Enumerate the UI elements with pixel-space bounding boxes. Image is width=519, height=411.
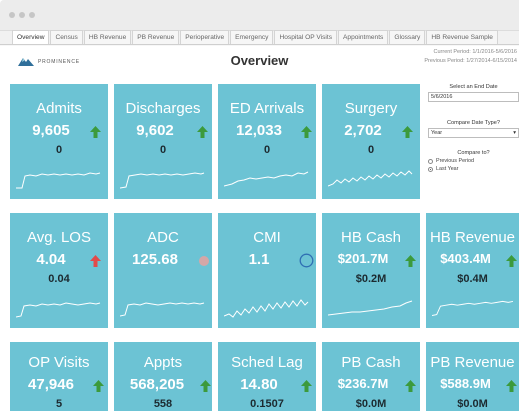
end-date-input[interactable]: 5/6/2016 [428, 92, 519, 102]
circle-icon [299, 253, 314, 268]
kpi-title: Discharges [125, 100, 201, 117]
up-arrow-icon [405, 255, 416, 267]
dashboard-tab-bar: Overview Census HB Revenue PB Revenue Pe… [0, 30, 519, 45]
kpi-title: HB Cash [340, 229, 402, 246]
kpi-sparkline [16, 172, 101, 189]
kpi-delta: $0.0M [457, 398, 488, 410]
kpi-card-cmi[interactable]: CMI 1.1 [218, 213, 316, 328]
up-arrow-icon [402, 126, 413, 138]
kpi-delta: $0.0M [355, 398, 387, 410]
kpi-sparkline [224, 171, 309, 187]
date-type-value: Year [431, 130, 443, 136]
kpi-grid: Admits 9,605 0 Discharges 9,602 0 ED Arr… [0, 76, 519, 411]
kpi-sparkline [224, 299, 309, 318]
tab-hb-revenue[interactable]: HB Revenue [83, 30, 132, 44]
kpi-sparkline [328, 300, 413, 316]
kpi-card-admits[interactable]: Admits 9,605 0 [10, 84, 108, 199]
title-bar [0, 0, 519, 31]
kpi-title: ED Arrivals [229, 100, 305, 117]
up-arrow-icon [506, 255, 517, 267]
kpi-title: OP Visits [28, 354, 90, 371]
neutral-dot-icon [199, 256, 209, 266]
tab-hb-revenue-sample[interactable]: HB Revenue Sample [426, 30, 498, 44]
kpi-title: ADC [147, 229, 179, 246]
tab-perioperative[interactable]: Perioperative [180, 30, 230, 44]
kpi-sparkline [120, 302, 205, 317]
chevron-down-icon: ▾ [513, 130, 516, 136]
kpi-title: Appts [143, 354, 183, 371]
kpi-value: 125.68 [132, 251, 178, 268]
kpi-sparkline [432, 300, 513, 316]
kpi-value: 568,205 [129, 376, 185, 393]
kpi-delta: 5 [55, 398, 63, 410]
kpi-delta: 0.04 [48, 273, 70, 285]
up-arrow-icon [93, 380, 104, 392]
kpi-title: CMI [253, 229, 281, 246]
close-window-button[interactable] [9, 12, 15, 18]
kpi-title: Avg. LOS [27, 229, 91, 246]
kpi-card-surgery[interactable]: Surgery 2,702 0 [322, 84, 420, 199]
down-arrow-icon [90, 255, 101, 267]
kpi-delta: 558 [153, 398, 173, 410]
tab-overview[interactable]: Overview [12, 30, 50, 44]
kpi-card-hb-cash[interactable]: HB Cash $201.7M $0.2M [322, 213, 420, 328]
radio-label: Last Year [436, 166, 459, 172]
kpi-sparkline [120, 172, 205, 189]
current-period-text: Current Period: 1/1/2016-5/6/2016 [433, 49, 517, 55]
radio-button-icon [428, 158, 433, 164]
up-arrow-icon [301, 126, 312, 138]
up-arrow-icon [405, 380, 416, 392]
tab-appointments[interactable]: Appointments [338, 30, 389, 44]
kpi-sparkline [328, 170, 413, 187]
kpi-delta: $0.2M [355, 273, 387, 285]
radio-last-year[interactable]: Last Year [428, 166, 519, 172]
up-arrow-icon [90, 126, 101, 138]
kpi-card-pb-revenue[interactable]: PB Revenue $588.9M $0.0M [426, 342, 519, 411]
dashboard-header: PROMINENCE Overview Current Period: 1/1/… [0, 46, 519, 76]
kpi-delta: 0 [159, 144, 167, 156]
kpi-card-appts[interactable]: Appts 568,205 558 [114, 342, 212, 411]
up-arrow-icon [197, 126, 208, 138]
date-type-label: Compare Date Type? [446, 120, 501, 126]
radio-label: Previous Period [436, 158, 475, 164]
end-date-label: Select an End Date [449, 84, 498, 90]
compare-label: Compare to? [457, 150, 490, 156]
tab-glossary[interactable]: Glossary [389, 30, 426, 44]
tab-hospital-op-visits[interactable]: Hospital OP Visits [274, 30, 338, 44]
kpi-card-ed-arrivals[interactable]: ED Arrivals 12,033 0 [218, 84, 316, 199]
kpi-title: Admits [36, 100, 82, 117]
kpi-card-discharges[interactable]: Discharges 9,602 0 [114, 84, 212, 199]
kpi-card-adc[interactable]: ADC 125.68 [114, 213, 212, 328]
up-arrow-icon [506, 380, 517, 392]
previous-period-text: Previous Period: 1/27/2014-6/15/2014 [424, 58, 517, 64]
kpi-title: Surgery [344, 100, 398, 117]
filter-panel: Select an End Date 5/6/2016 Compare Date… [428, 84, 519, 172]
kpi-sparkline [16, 302, 101, 318]
kpi-card-sched-lag[interactable]: Sched Lag 14.80 0.1507 [218, 342, 316, 411]
kpi-title: PB Cash [341, 354, 401, 371]
kpi-card-op-visits[interactable]: OP Visits 47,946 5 [10, 342, 108, 411]
kpi-card-avg-los[interactable]: Avg. LOS 4.04 0.04 [10, 213, 108, 328]
kpi-delta: 0 [367, 144, 375, 156]
tab-emergency[interactable]: Emergency [230, 30, 274, 44]
up-arrow-icon [200, 380, 211, 392]
kpi-title: PB Revenue [430, 354, 515, 371]
zoom-window-button[interactable] [29, 12, 35, 18]
up-arrow-icon [301, 380, 312, 392]
radio-previous-period[interactable]: Previous Period [428, 158, 519, 164]
radio-button-selected-icon [428, 166, 433, 172]
minimize-window-button[interactable] [19, 12, 25, 18]
date-type-select[interactable]: Year ▾ [428, 128, 519, 138]
kpi-title: Sched Lag [231, 354, 303, 371]
kpi-delta: $0.4M [457, 273, 488, 285]
kpi-delta: 0 [55, 144, 63, 156]
kpi-title: HB Revenue [429, 229, 516, 246]
kpi-delta: 0 [263, 144, 271, 156]
app-window: Overview Census HB Revenue PB Revenue Pe… [0, 0, 519, 411]
kpi-card-pb-cash[interactable]: PB Cash $236.7M $0.0M [322, 342, 420, 411]
kpi-card-hb-revenue[interactable]: HB Revenue $403.4M $0.4M [426, 213, 519, 328]
kpi-delta: 0.1507 [250, 398, 284, 410]
tab-census[interactable]: Census [50, 30, 83, 44]
tab-pb-revenue[interactable]: PB Revenue [132, 30, 180, 44]
